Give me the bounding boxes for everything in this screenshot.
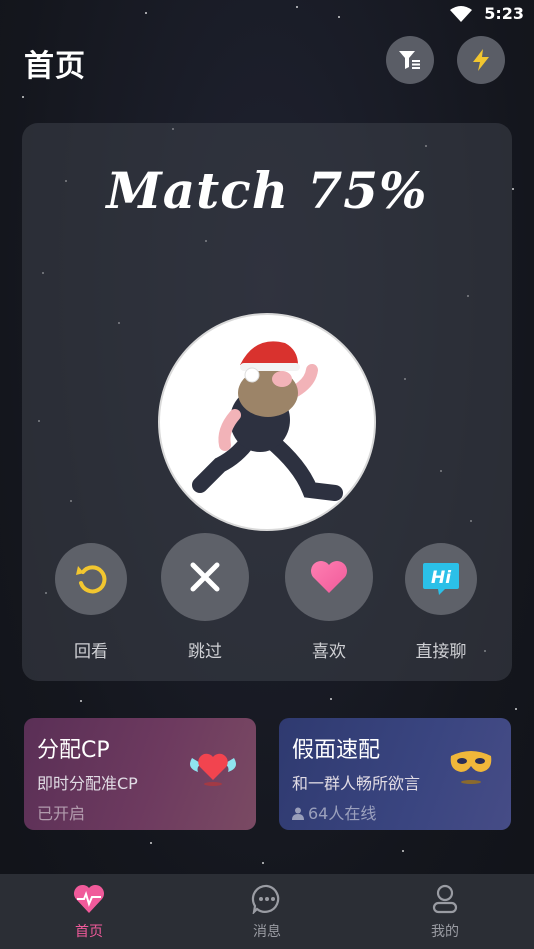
skip-action[interactable]: 跳过: [155, 533, 255, 662]
boost-button[interactable]: [457, 36, 505, 84]
skip-label: 跳过: [188, 642, 222, 662]
rewind-button[interactable]: [55, 543, 127, 615]
masked-match-subtitle: 和一群人畅所欲言: [292, 774, 421, 793]
direct-chat-button[interactable]: Hi: [405, 543, 477, 615]
winged-heart-icon: [190, 753, 236, 786]
match-percentage: Match 75%: [106, 161, 428, 220]
masked-match-title: 假面速配: [292, 738, 381, 763]
nav-home[interactable]: 首页: [0, 874, 178, 949]
wifi-icon: [450, 6, 472, 22]
chat-bubble-icon: [251, 884, 280, 916]
heartbeat-home-icon: [73, 884, 105, 913]
running-santa-illustration: [192, 341, 343, 501]
assign-cp-subtitle: 即时分配准CP: [37, 774, 138, 793]
nav-home-label: 首页: [75, 924, 103, 940]
filter-button[interactable]: [386, 36, 434, 84]
skip-button[interactable]: [161, 533, 249, 621]
nav-messages[interactable]: 消息: [178, 874, 356, 949]
assign-cp-card[interactable]: 分配CP 即时分配准CP 已开启: [24, 718, 256, 830]
like-action[interactable]: 喜欢: [279, 533, 379, 662]
app-header: 首页: [0, 36, 534, 86]
like-button[interactable]: [285, 533, 373, 621]
status-time: 5:23: [484, 4, 524, 23]
status-bar: 5:23: [0, 0, 534, 30]
close-icon: [190, 562, 220, 592]
undo-icon: [76, 565, 107, 594]
profile-avatar[interactable]: [158, 313, 376, 531]
assign-cp-status: 已开启: [37, 804, 86, 823]
svg-text:Hi: Hi: [431, 568, 452, 588]
nav-profile-label: 我的: [431, 924, 459, 940]
page-title: 首页: [24, 49, 86, 84]
like-label: 喜欢: [312, 642, 346, 662]
rewind-label: 回看: [74, 642, 108, 662]
bottom-navigation: 首页 消息 我的: [0, 874, 534, 949]
heart-icon: [311, 561, 347, 593]
nav-profile[interactable]: 我的: [356, 874, 534, 949]
direct-chat-action[interactable]: Hi 直接聊: [391, 533, 491, 662]
hi-chat-icon: Hi: [423, 563, 459, 595]
direct-chat-label: 直接聊: [415, 642, 467, 662]
user-icon: [432, 884, 458, 914]
nav-messages-label: 消息: [253, 924, 281, 940]
mask-icon: [450, 751, 492, 784]
lightning-icon: [473, 49, 489, 71]
filter-icon: [399, 51, 420, 69]
masked-match-card[interactable]: 假面速配 和一群人畅所欲言 64人在线: [279, 718, 511, 830]
rewind-action[interactable]: 回看: [41, 533, 141, 662]
match-card: Match 75% 回看 跳过 喜欢 Hi 直接聊: [22, 123, 512, 681]
assign-cp-title: 分配CP: [37, 738, 110, 763]
masked-match-online: 64人在线: [292, 800, 376, 824]
online-count: 64人在线: [308, 804, 377, 823]
person-icon: [292, 807, 304, 820]
